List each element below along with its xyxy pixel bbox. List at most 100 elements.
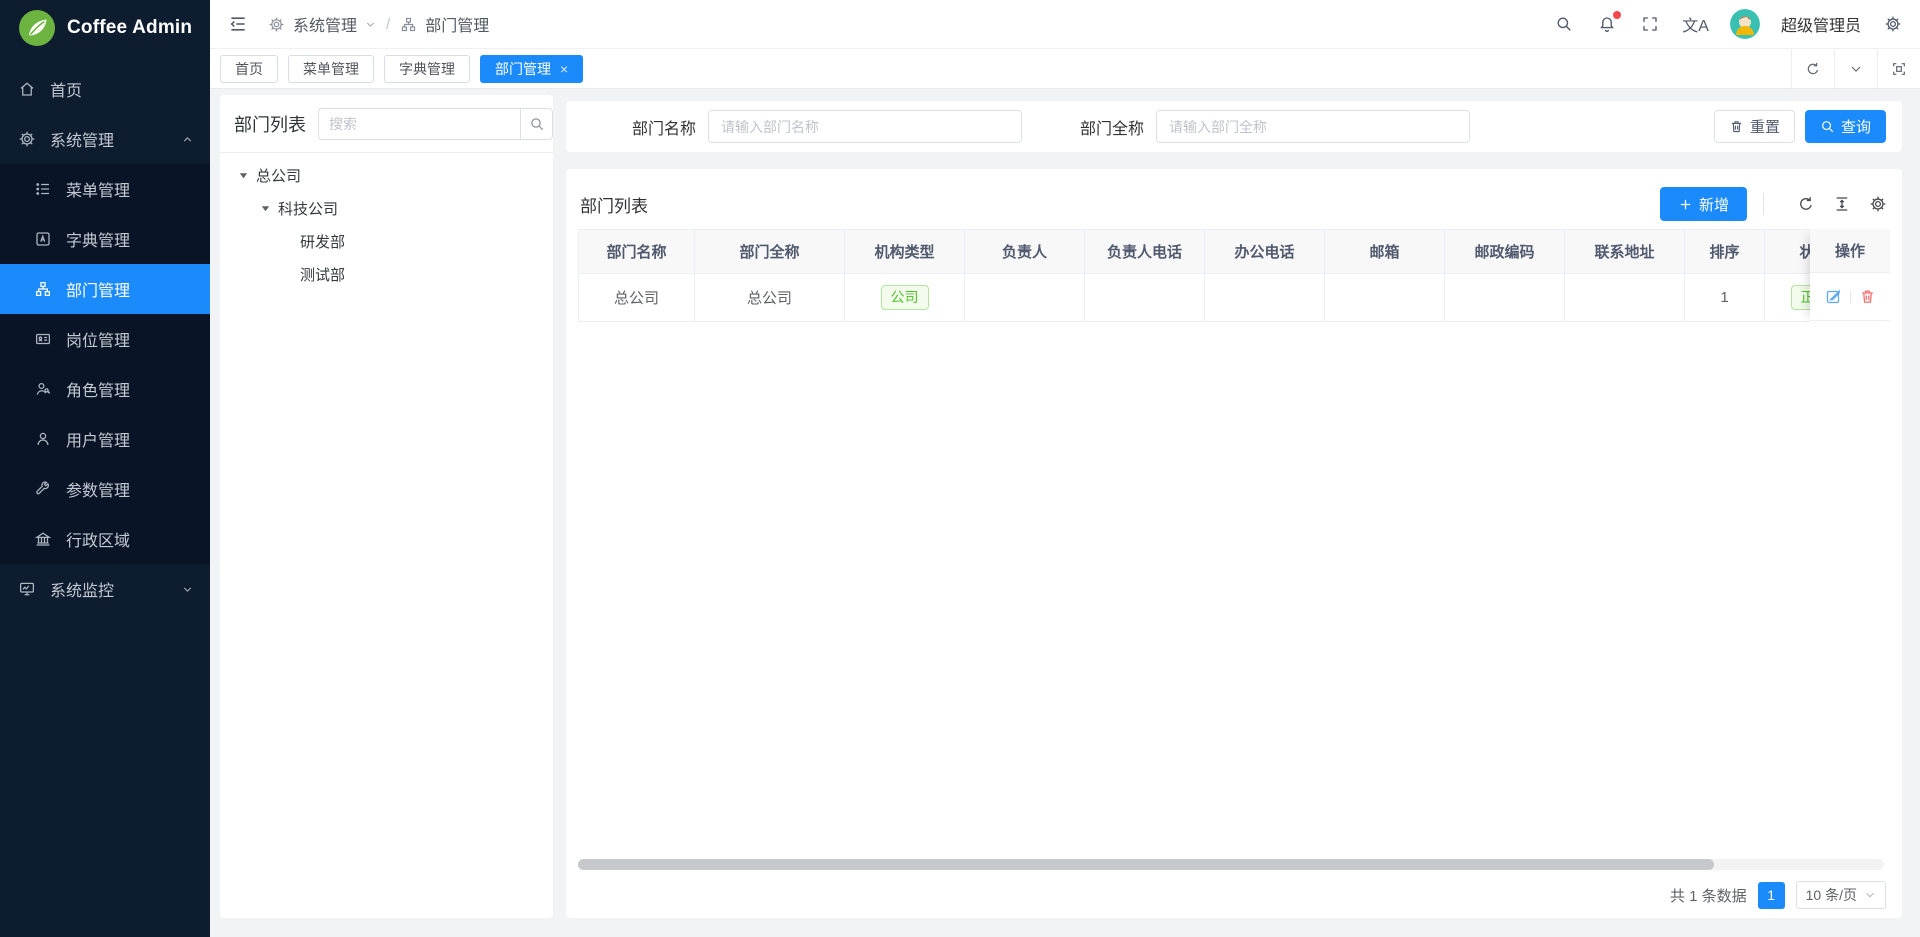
delete-icon[interactable]: [1859, 288, 1876, 305]
tree-search-input[interactable]: [318, 108, 520, 140]
row-height-icon: [1833, 195, 1851, 213]
edit-icon[interactable]: [1825, 288, 1842, 305]
right-column: 部门名称 部门全称 重置 查询: [566, 101, 1902, 918]
tree-node-child[interactable]: 科技公司: [234, 192, 539, 225]
chevron-down-icon: [1864, 889, 1876, 901]
tab-dept-mgmt[interactable]: 部门管理 ×: [480, 55, 583, 83]
horizontal-scrollbar[interactable]: [578, 859, 1884, 870]
breadcrumb: 系统管理 / 部门管理: [268, 12, 489, 36]
page-number-button[interactable]: 1: [1758, 882, 1785, 909]
divider: [220, 152, 553, 153]
breadcrumb-section[interactable]: 系统管理: [293, 12, 357, 36]
tree-node-label: 科技公司: [278, 198, 338, 219]
column-header: 部门全称: [695, 230, 845, 274]
sidebar-item-label: 部门管理: [66, 277, 130, 301]
tab-options-button[interactable]: [1834, 49, 1877, 89]
column-header: 邮箱: [1325, 230, 1445, 274]
fullscreen-icon: [1641, 15, 1659, 33]
filter-field-dept-fullname: 部门全称: [1080, 110, 1470, 143]
logo[interactable]: Coffee Admin: [0, 0, 210, 56]
scrollbar-thumb[interactable]: [578, 859, 1714, 870]
column-header: 排序: [1685, 230, 1765, 274]
query-button[interactable]: 查询: [1805, 110, 1886, 143]
collapse-sidebar-icon[interactable]: [228, 14, 248, 34]
search-icon: [1820, 119, 1835, 134]
tab-home[interactable]: 首页: [220, 55, 278, 83]
translate-icon: 文A: [1682, 12, 1709, 36]
sidebar-item-param-mgmt[interactable]: 参数管理: [0, 464, 210, 514]
sidebar-item-home[interactable]: 首页: [0, 64, 210, 114]
maximize-content-button[interactable]: [1877, 49, 1920, 89]
tab-menu-mgmt[interactable]: 菜单管理: [288, 55, 374, 83]
sidebar-item-user-mgmt[interactable]: 用户管理: [0, 414, 210, 464]
sidebar-group-label: 系统管理: [50, 127, 114, 151]
row-height-button[interactable]: [1832, 194, 1852, 214]
table-row[interactable]: 总公司 总公司 公司 1 正: [579, 274, 1865, 322]
refresh-table-button[interactable]: [1796, 194, 1816, 214]
sidebar-item-label: 用户管理: [66, 427, 130, 451]
dept-fullname-input[interactable]: [1156, 110, 1470, 143]
column-settings-button[interactable]: [1868, 194, 1888, 214]
sidebar-group-monitor[interactable]: 系统监控: [0, 564, 210, 614]
filter-bar: 部门名称 部门全称 重置 查询: [566, 101, 1902, 152]
refresh-tab-button[interactable]: [1791, 49, 1834, 89]
sidebar-group-system[interactable]: 系统管理: [0, 114, 210, 164]
sidebar-item-admin-region[interactable]: 行政区域: [0, 514, 210, 564]
notification-badge-dot: [1613, 11, 1621, 19]
page-content: 部门列表 总公司: [210, 89, 1920, 937]
user-name[interactable]: 超级管理员: [1781, 12, 1861, 36]
cell-leader-phone: [1085, 274, 1205, 322]
notifications-button[interactable]: [1596, 13, 1618, 35]
sidebar-item-menu-mgmt[interactable]: 菜单管理: [0, 164, 210, 214]
search-icon: [1555, 15, 1573, 33]
sidebar-item-label: 行政区域: [66, 527, 130, 551]
tree-node-root[interactable]: 总公司: [234, 159, 539, 192]
coffee-admin-logo-icon: [18, 9, 56, 47]
table-title: 部门列表: [580, 192, 648, 217]
org-chart-icon: [400, 16, 417, 33]
sidebar-menu: 首页 系统管理 菜单管理 字典管理 部门管理: [0, 64, 210, 614]
dept-tree: 总公司 科技公司 研发部 测试部: [234, 159, 539, 291]
refresh-icon: [1805, 61, 1821, 77]
dept-table: 部门名称 部门全称 机构类型 负责人 负责人电话 办公电话 邮箱 邮政编码 联系…: [578, 229, 1865, 322]
translate-button[interactable]: 文A: [1682, 13, 1709, 35]
pagination: 共 1 条数据 1 10 条/页: [578, 872, 1890, 918]
field-label: 部门全称: [1080, 115, 1144, 139]
caret-down-icon[interactable]: [260, 203, 271, 214]
sidebar-item-dict-mgmt[interactable]: 字典管理: [0, 214, 210, 264]
chevron-down-icon[interactable]: [365, 19, 376, 30]
tab-dict-mgmt[interactable]: 字典管理: [384, 55, 470, 83]
page-size-select[interactable]: 10 条/页: [1796, 881, 1886, 909]
tree-panel-header: 部门列表: [234, 108, 539, 140]
gear-icon: [1869, 195, 1887, 213]
search-button[interactable]: [1553, 13, 1575, 35]
close-icon[interactable]: ×: [560, 62, 568, 76]
dept-name-input[interactable]: [708, 110, 1022, 143]
sidebar-item-dept-mgmt[interactable]: 部门管理: [0, 264, 210, 314]
add-button[interactable]: 新增: [1660, 187, 1747, 221]
button-label: 重置: [1750, 116, 1780, 137]
tree-node-leaf[interactable]: 测试部: [234, 258, 539, 291]
gear-icon: [18, 130, 36, 148]
sidebar-item-post-mgmt[interactable]: 岗位管理: [0, 314, 210, 364]
table-toolbar: 新增: [1660, 187, 1888, 221]
refresh-icon: [1797, 195, 1815, 213]
sidebar-item-role-mgmt[interactable]: 角色管理: [0, 364, 210, 414]
divider: [1763, 193, 1764, 215]
avatar[interactable]: [1730, 9, 1760, 39]
filter-field-dept-name: 部门名称: [632, 110, 1022, 143]
fullscreen-button[interactable]: [1639, 13, 1661, 35]
tab-label: 字典管理: [399, 59, 455, 79]
tree-search-button[interactable]: [520, 108, 553, 140]
tree-node-leaf[interactable]: 研发部: [234, 225, 539, 258]
tab-label: 菜单管理: [303, 59, 359, 79]
cell-email: [1325, 274, 1445, 322]
reset-button[interactable]: 重置: [1714, 110, 1795, 143]
dictionary-icon: [34, 230, 52, 248]
tab-label: 首页: [235, 59, 263, 79]
settings-button[interactable]: [1882, 13, 1904, 35]
table-header-row: 部门名称 部门全称 机构类型 负责人 负责人电话 办公电话 邮箱 邮政编码 联系…: [579, 230, 1865, 274]
button-label: 新增: [1699, 194, 1729, 215]
caret-down-icon[interactable]: [238, 170, 249, 181]
sidebar-item-label: 字典管理: [66, 227, 130, 251]
